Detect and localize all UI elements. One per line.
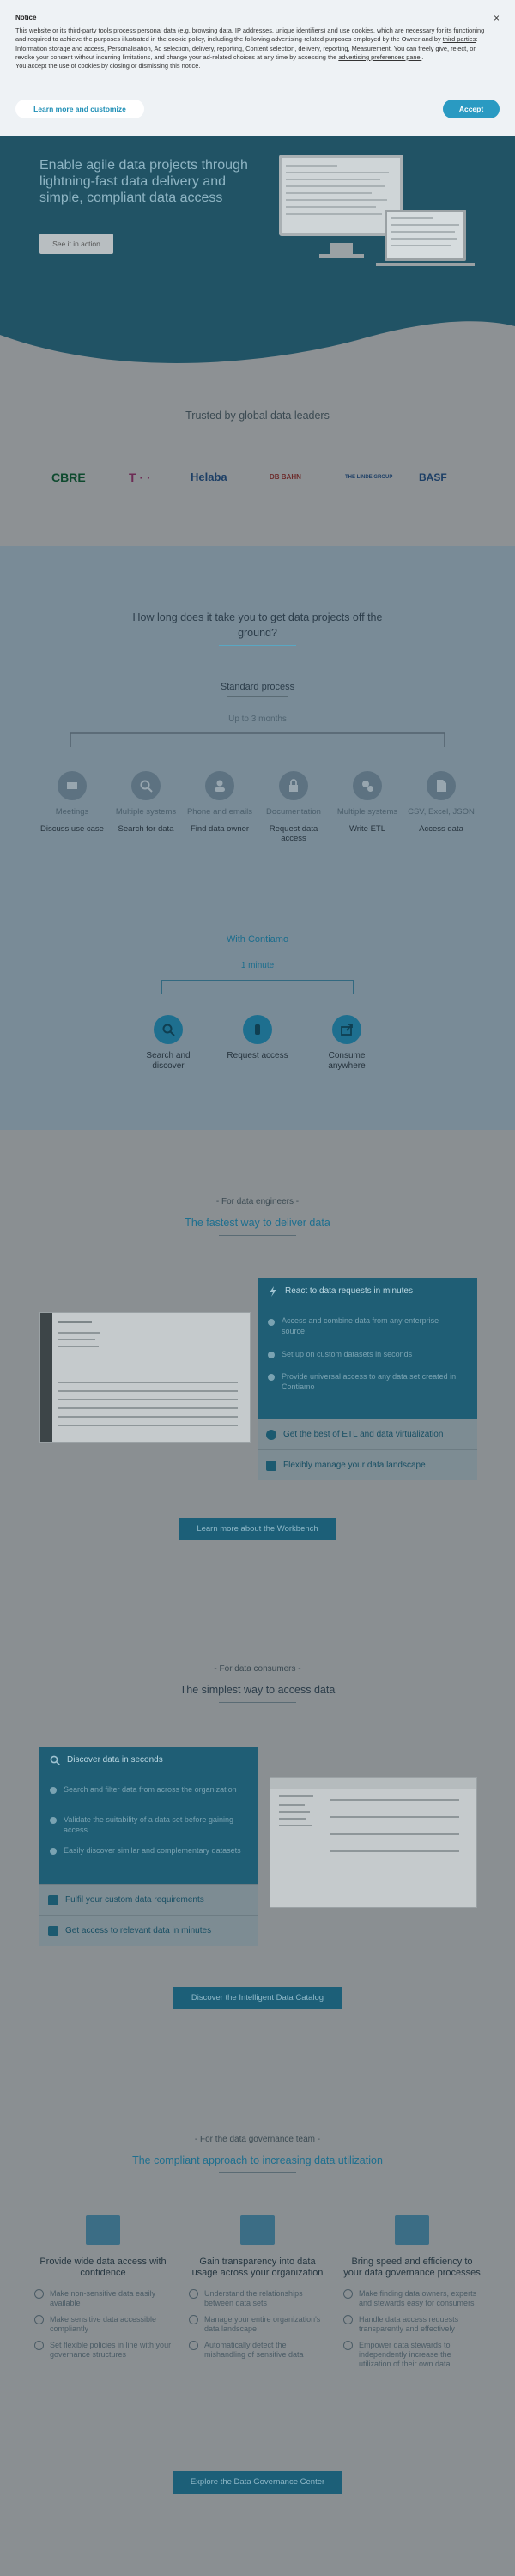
check-icon bbox=[34, 2341, 44, 2350]
cstep-search: Search and discover bbox=[132, 1015, 204, 1071]
search-icon bbox=[50, 1755, 60, 1765]
check-icon bbox=[343, 2289, 353, 2299]
check-icon bbox=[189, 2289, 198, 2299]
consumers-row-requirements[interactable]: Fulfil your custom data requirements bbox=[39, 1884, 258, 1915]
trusted-section: Trusted by global data leaders CBRE T · … bbox=[0, 378, 515, 546]
cookie-notice: Notice × This website or its third-party… bbox=[0, 0, 515, 136]
check-icon bbox=[189, 2341, 198, 2350]
engineers-row-etl[interactable]: Get the best of ETL and data virtualizat… bbox=[258, 1419, 477, 1449]
file-icon bbox=[427, 771, 456, 800]
catalog-screenshot bbox=[270, 1777, 477, 1908]
gears-icon bbox=[353, 771, 382, 800]
monitor-icon bbox=[86, 2215, 120, 2245]
buildings-icon bbox=[240, 2215, 275, 2245]
search-icon bbox=[154, 1015, 183, 1044]
learn-more-button[interactable]: Learn more and customize bbox=[15, 100, 144, 118]
notice-text: This website or its third-party tools pr… bbox=[15, 27, 485, 70]
logo-linde: THE LINDE GROUP bbox=[345, 475, 393, 480]
check-icon bbox=[189, 2315, 198, 2324]
hand-icon bbox=[48, 1926, 58, 1936]
laptop-screenshot bbox=[385, 210, 466, 261]
engineers-section: - For data engineers - The fastest way t… bbox=[0, 1130, 515, 1619]
engineers-box-head: React to data requests in minutes bbox=[285, 1286, 413, 1296]
pencil-icon bbox=[48, 1895, 58, 1905]
lock-icon bbox=[279, 771, 308, 800]
consumers-pre: - For data consumers - bbox=[214, 1664, 301, 1674]
cstep-request: Request access bbox=[221, 1015, 294, 1061]
documents-icon bbox=[395, 2215, 429, 2245]
standard-duration: Up to 3 months bbox=[228, 714, 287, 724]
step-search: Multiple systems Search for data bbox=[110, 771, 182, 834]
close-icon[interactable]: × bbox=[494, 12, 500, 24]
governance-col-transparency: Gain transparency into data usage across… bbox=[189, 2215, 326, 2366]
with-contiamo-label: With Contiamo bbox=[226, 934, 289, 945]
engineers-feature-box: React to data requests in minutes Access… bbox=[258, 1278, 477, 1480]
hero-wave bbox=[0, 321, 515, 378]
export-icon bbox=[332, 1015, 361, 1044]
globe-icon bbox=[266, 1430, 276, 1440]
consumers-section: - For data consumers - The simplest way … bbox=[0, 1619, 515, 2090]
standard-process-label: Standard process bbox=[220, 682, 295, 692]
consumers-row-access[interactable]: Get access to relevant data in minutes bbox=[39, 1915, 258, 1946]
process-title: How long does it take you to get data pr… bbox=[132, 611, 383, 639]
workbench-cta-button[interactable]: Learn more about the Workbench bbox=[179, 1518, 336, 1540]
advertising-preferences-link[interactable]: advertising preferences panel bbox=[338, 53, 421, 61]
search-icon bbox=[131, 771, 161, 800]
grid-icon bbox=[266, 1461, 276, 1471]
step-access-request: Documentation Request data access bbox=[258, 771, 330, 844]
governance-col-access: Provide wide data access with confidence… bbox=[34, 2215, 172, 2366]
logo-row: CBRE T · · Helaba DB BAHN THE LINDE GROU… bbox=[39, 467, 477, 488]
catalog-cta-button[interactable]: Discover the Intelligent Data Catalog bbox=[173, 1987, 342, 2009]
governance-title: The compliant approach to increasing dat… bbox=[132, 2154, 383, 2166]
governance-section: - For the data governance team - The com… bbox=[0, 2090, 515, 2576]
logo-cbre: CBRE bbox=[52, 471, 86, 484]
logo-helaba: Helaba bbox=[191, 471, 227, 483]
check-icon bbox=[343, 2315, 353, 2324]
step-etl: Multiple systems Write ETL bbox=[331, 771, 403, 834]
logo-db: DB BAHN bbox=[270, 473, 301, 481]
hand-icon bbox=[243, 1015, 272, 1044]
cstep-consume: Consume anywhere bbox=[311, 1015, 383, 1071]
process-comparison-section: How long does it take you to get data pr… bbox=[0, 546, 515, 1130]
meetings-icon bbox=[58, 771, 87, 800]
standard-bracket bbox=[70, 732, 445, 747]
contiamo-bracket bbox=[161, 980, 354, 994]
check-icon bbox=[34, 2289, 44, 2299]
step-meetings: Meetings Discuss use case bbox=[36, 771, 108, 834]
third-parties-link[interactable]: third parties bbox=[443, 35, 476, 43]
governance-cta-button[interactable]: Explore the Data Governance Center bbox=[173, 2471, 342, 2494]
governance-pre: - For the data governance team - bbox=[194, 2135, 321, 2144]
accept-button[interactable]: Accept bbox=[443, 100, 500, 118]
contiamo-duration: 1 minute bbox=[240, 961, 275, 970]
hero-title: Enable agile data projects through light… bbox=[39, 158, 248, 205]
consumers-box-head: Discover data in seconds bbox=[67, 1755, 163, 1765]
logo-basf: BASF bbox=[419, 471, 447, 483]
logo-telekom: T · · bbox=[129, 471, 151, 484]
engineers-title: The fastest way to deliver data bbox=[185, 1217, 330, 1229]
person-icon bbox=[205, 771, 234, 800]
step-owner: Phone and emails Find data owner bbox=[184, 771, 256, 834]
engineers-row-manage[interactable]: Flexibly manage your data landscape bbox=[258, 1449, 477, 1480]
check-icon bbox=[343, 2341, 353, 2350]
governance-col-speed: Bring speed and efficiency to your data … bbox=[343, 2215, 481, 2376]
consumers-title: The simplest way to access data bbox=[179, 1684, 336, 1696]
see-it-in-action-button[interactable]: See it in action bbox=[39, 234, 113, 254]
step-access-data: CSV, Excel, JSON Access data bbox=[405, 771, 477, 834]
lightning-icon bbox=[270, 1286, 276, 1297]
trusted-title: Trusted by global data leaders bbox=[185, 410, 330, 422]
notice-title: Notice bbox=[15, 14, 37, 21]
workbench-screenshot bbox=[39, 1312, 251, 1443]
engineers-pre: - For data engineers - bbox=[215, 1197, 300, 1206]
check-icon bbox=[34, 2315, 44, 2324]
consumers-feature-box: Discover data in seconds Search and filt… bbox=[39, 1747, 258, 1946]
